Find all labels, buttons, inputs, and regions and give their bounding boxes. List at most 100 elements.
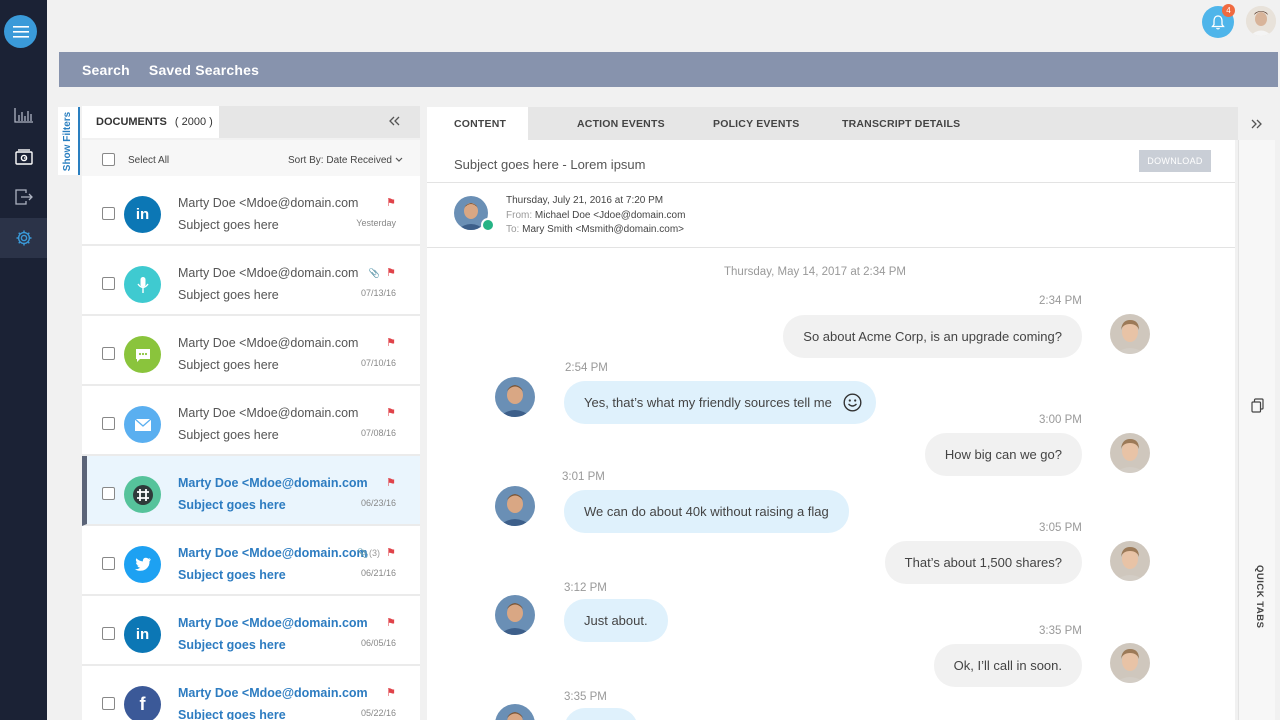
incoming-message: Just about. bbox=[564, 599, 668, 642]
message-text: Yes, that’s what my friendly sources tel… bbox=[584, 395, 832, 410]
flag-icon[interactable]: ⚑ bbox=[386, 616, 396, 629]
collapse-list-button[interactable] bbox=[388, 113, 400, 129]
linkedin-icon: in bbox=[124, 616, 161, 653]
row-checkbox[interactable] bbox=[102, 347, 115, 360]
document-row[interactable]: in Marty Doe <Mdoe@domain.com Subject go… bbox=[82, 596, 420, 666]
content-tabs: CONTENT ACTION EVENTS POLICY EVENTS TRAN… bbox=[427, 107, 1275, 140]
tab-action-events[interactable]: ACTION EVENTS bbox=[577, 107, 665, 140]
row-checkbox[interactable] bbox=[102, 487, 115, 500]
transcript-day-separator: Thursday, May 14, 2017 at 2:34 PM bbox=[724, 266, 906, 278]
menu-button[interactable] bbox=[4, 15, 37, 48]
message-time: 3:35 PM bbox=[564, 691, 607, 703]
recipient-avatar bbox=[1110, 541, 1150, 581]
nav-settings[interactable] bbox=[0, 218, 47, 258]
flag-icon[interactable]: ⚑ bbox=[386, 686, 396, 699]
message-time: 3:35 PM bbox=[1039, 625, 1082, 637]
show-filters-label: Show Filters bbox=[62, 111, 74, 171]
row-subject: Subject goes here bbox=[178, 498, 286, 512]
incoming-message: We can do about 40k without raising a fl… bbox=[564, 490, 849, 533]
flag-icon[interactable]: ⚑ bbox=[386, 476, 396, 489]
row-sender: Marty Doe <Mdoe@domain.com bbox=[178, 546, 368, 560]
user-avatar[interactable] bbox=[1246, 6, 1276, 36]
row-date: 06/05/16 bbox=[360, 638, 396, 648]
flag-icon[interactable]: ⚑ bbox=[386, 406, 396, 419]
row-checkbox[interactable] bbox=[102, 417, 115, 430]
bell-icon bbox=[1211, 14, 1225, 30]
nav-analytics[interactable] bbox=[0, 95, 47, 135]
message-time: 3:00 PM bbox=[1039, 414, 1082, 426]
flag-icon[interactable]: ⚑ bbox=[386, 196, 396, 209]
outgoing-message: Ok, I’ll call in soon. bbox=[933, 644, 1082, 687]
hamburger-icon bbox=[12, 25, 29, 38]
quick-tabs-label: QUICK TABS bbox=[1254, 565, 1265, 629]
recipient-avatar bbox=[1110, 643, 1150, 683]
message-time: 3:01 PM bbox=[562, 471, 605, 483]
double-chevron-right-icon bbox=[1251, 119, 1262, 128]
document-row[interactable]: Marty Doe <Mdoe@domain.com Subject goes … bbox=[82, 386, 420, 456]
tab-content[interactable]: CONTENT bbox=[427, 107, 528, 140]
row-sender: Marty Doe <Mdoe@domain.com bbox=[178, 266, 359, 280]
archive-icon bbox=[14, 149, 33, 165]
row-checkbox[interactable] bbox=[102, 207, 115, 220]
attachment-icon: 📎 bbox=[368, 268, 380, 278]
flag-icon[interactable]: ⚑ bbox=[386, 546, 396, 559]
gear-icon bbox=[16, 230, 31, 246]
slack-badge-icon bbox=[481, 218, 495, 232]
message-time: 3:05 PM bbox=[1039, 522, 1082, 534]
copy-icon[interactable] bbox=[1251, 398, 1264, 418]
row-date: 07/08/16 bbox=[360, 428, 396, 438]
row-sender: Marty Doe <Mdoe@domain.com bbox=[178, 406, 359, 420]
row-checkbox[interactable] bbox=[102, 627, 115, 640]
row-sender: Marty Doe <Mdoe@domain.com bbox=[178, 336, 359, 350]
outgoing-message: That’s about 1,500 shares? bbox=[884, 541, 1082, 584]
row-subject: Subject goes here bbox=[178, 708, 286, 720]
tab-transcript-details[interactable]: TRANSCRIPT DETAILS bbox=[842, 107, 960, 140]
row-sender: Marty Doe <Mdoe@domain.com bbox=[178, 196, 359, 210]
document-row[interactable]: f Marty Doe <Mdoe@domain.com Subject goe… bbox=[82, 666, 420, 720]
quick-tabs-panel[interactable]: QUICK TABS bbox=[1238, 140, 1275, 720]
tab-saved-searches[interactable]: Saved Searches bbox=[149, 62, 259, 78]
tab-policy-events[interactable]: POLICY EVENTS bbox=[713, 107, 799, 140]
nav-archive[interactable] bbox=[0, 137, 47, 177]
to-label: To: bbox=[506, 224, 520, 235]
row-date: 07/13/16 bbox=[360, 288, 396, 298]
microphone-icon bbox=[124, 266, 161, 303]
row-checkbox[interactable] bbox=[102, 557, 115, 570]
row-checkbox[interactable] bbox=[102, 277, 115, 290]
documents-title: DOCUMENTS bbox=[96, 116, 167, 128]
flag-icon[interactable]: ⚑ bbox=[386, 336, 396, 349]
select-all-checkbox[interactable] bbox=[102, 153, 115, 166]
row-date: Yesterday bbox=[356, 218, 396, 228]
document-row-selected[interactable]: Marty Doe <Mdoe@domain.com Subject goes … bbox=[82, 456, 420, 526]
documents-toolbar: Select All Sort By: Date Received bbox=[82, 140, 420, 176]
row-checkbox[interactable] bbox=[102, 697, 115, 710]
download-button[interactable]: DOWNLOAD bbox=[1139, 150, 1211, 172]
row-sender: Marty Doe <Mdoe@domain.com bbox=[178, 476, 368, 490]
show-filters-tab[interactable]: Show Filters bbox=[58, 107, 80, 175]
attachment-icon: 📎(3) bbox=[357, 548, 380, 558]
row-date: 07/10/16 bbox=[360, 358, 396, 368]
recipient-avatar bbox=[1110, 314, 1150, 354]
incoming-message bbox=[564, 708, 638, 720]
left-rail bbox=[0, 0, 47, 720]
outgoing-message: How big can we go? bbox=[924, 433, 1082, 476]
message-time: 2:54 PM bbox=[565, 362, 608, 374]
flag-icon[interactable]: ⚑ bbox=[386, 266, 396, 279]
search-bar: Search Saved Searches bbox=[59, 52, 1278, 87]
row-subject: Subject goes here bbox=[178, 358, 279, 372]
row-date: 05/22/16 bbox=[360, 708, 396, 718]
row-sender: Marty Doe <Mdoe@domain.com bbox=[178, 616, 368, 630]
document-row[interactable]: Marty Doe <Mdoe@domain.com Subject goes … bbox=[82, 526, 420, 596]
document-row[interactable]: Marty Doe <Mdoe@domain.com Subject goes … bbox=[82, 246, 420, 316]
sender-avatar bbox=[495, 486, 535, 526]
sort-label: Sort By: Date Received bbox=[288, 155, 392, 166]
document-row[interactable]: Marty Doe <Mdoe@domain.com Subject goes … bbox=[82, 316, 420, 386]
nav-logout[interactable] bbox=[0, 177, 47, 217]
document-row[interactable]: in Marty Doe <Mdoe@domain.com Subject go… bbox=[82, 176, 420, 246]
tab-search[interactable]: Search bbox=[82, 62, 130, 78]
sort-dropdown[interactable]: Sort By: Date Received bbox=[288, 155, 403, 166]
slack-icon bbox=[124, 476, 161, 513]
message-time: 3:12 PM bbox=[564, 582, 607, 594]
expand-panel-button[interactable] bbox=[1238, 107, 1275, 140]
from-value: Michael Doe <Jdoe@domain.com bbox=[534, 210, 686, 221]
